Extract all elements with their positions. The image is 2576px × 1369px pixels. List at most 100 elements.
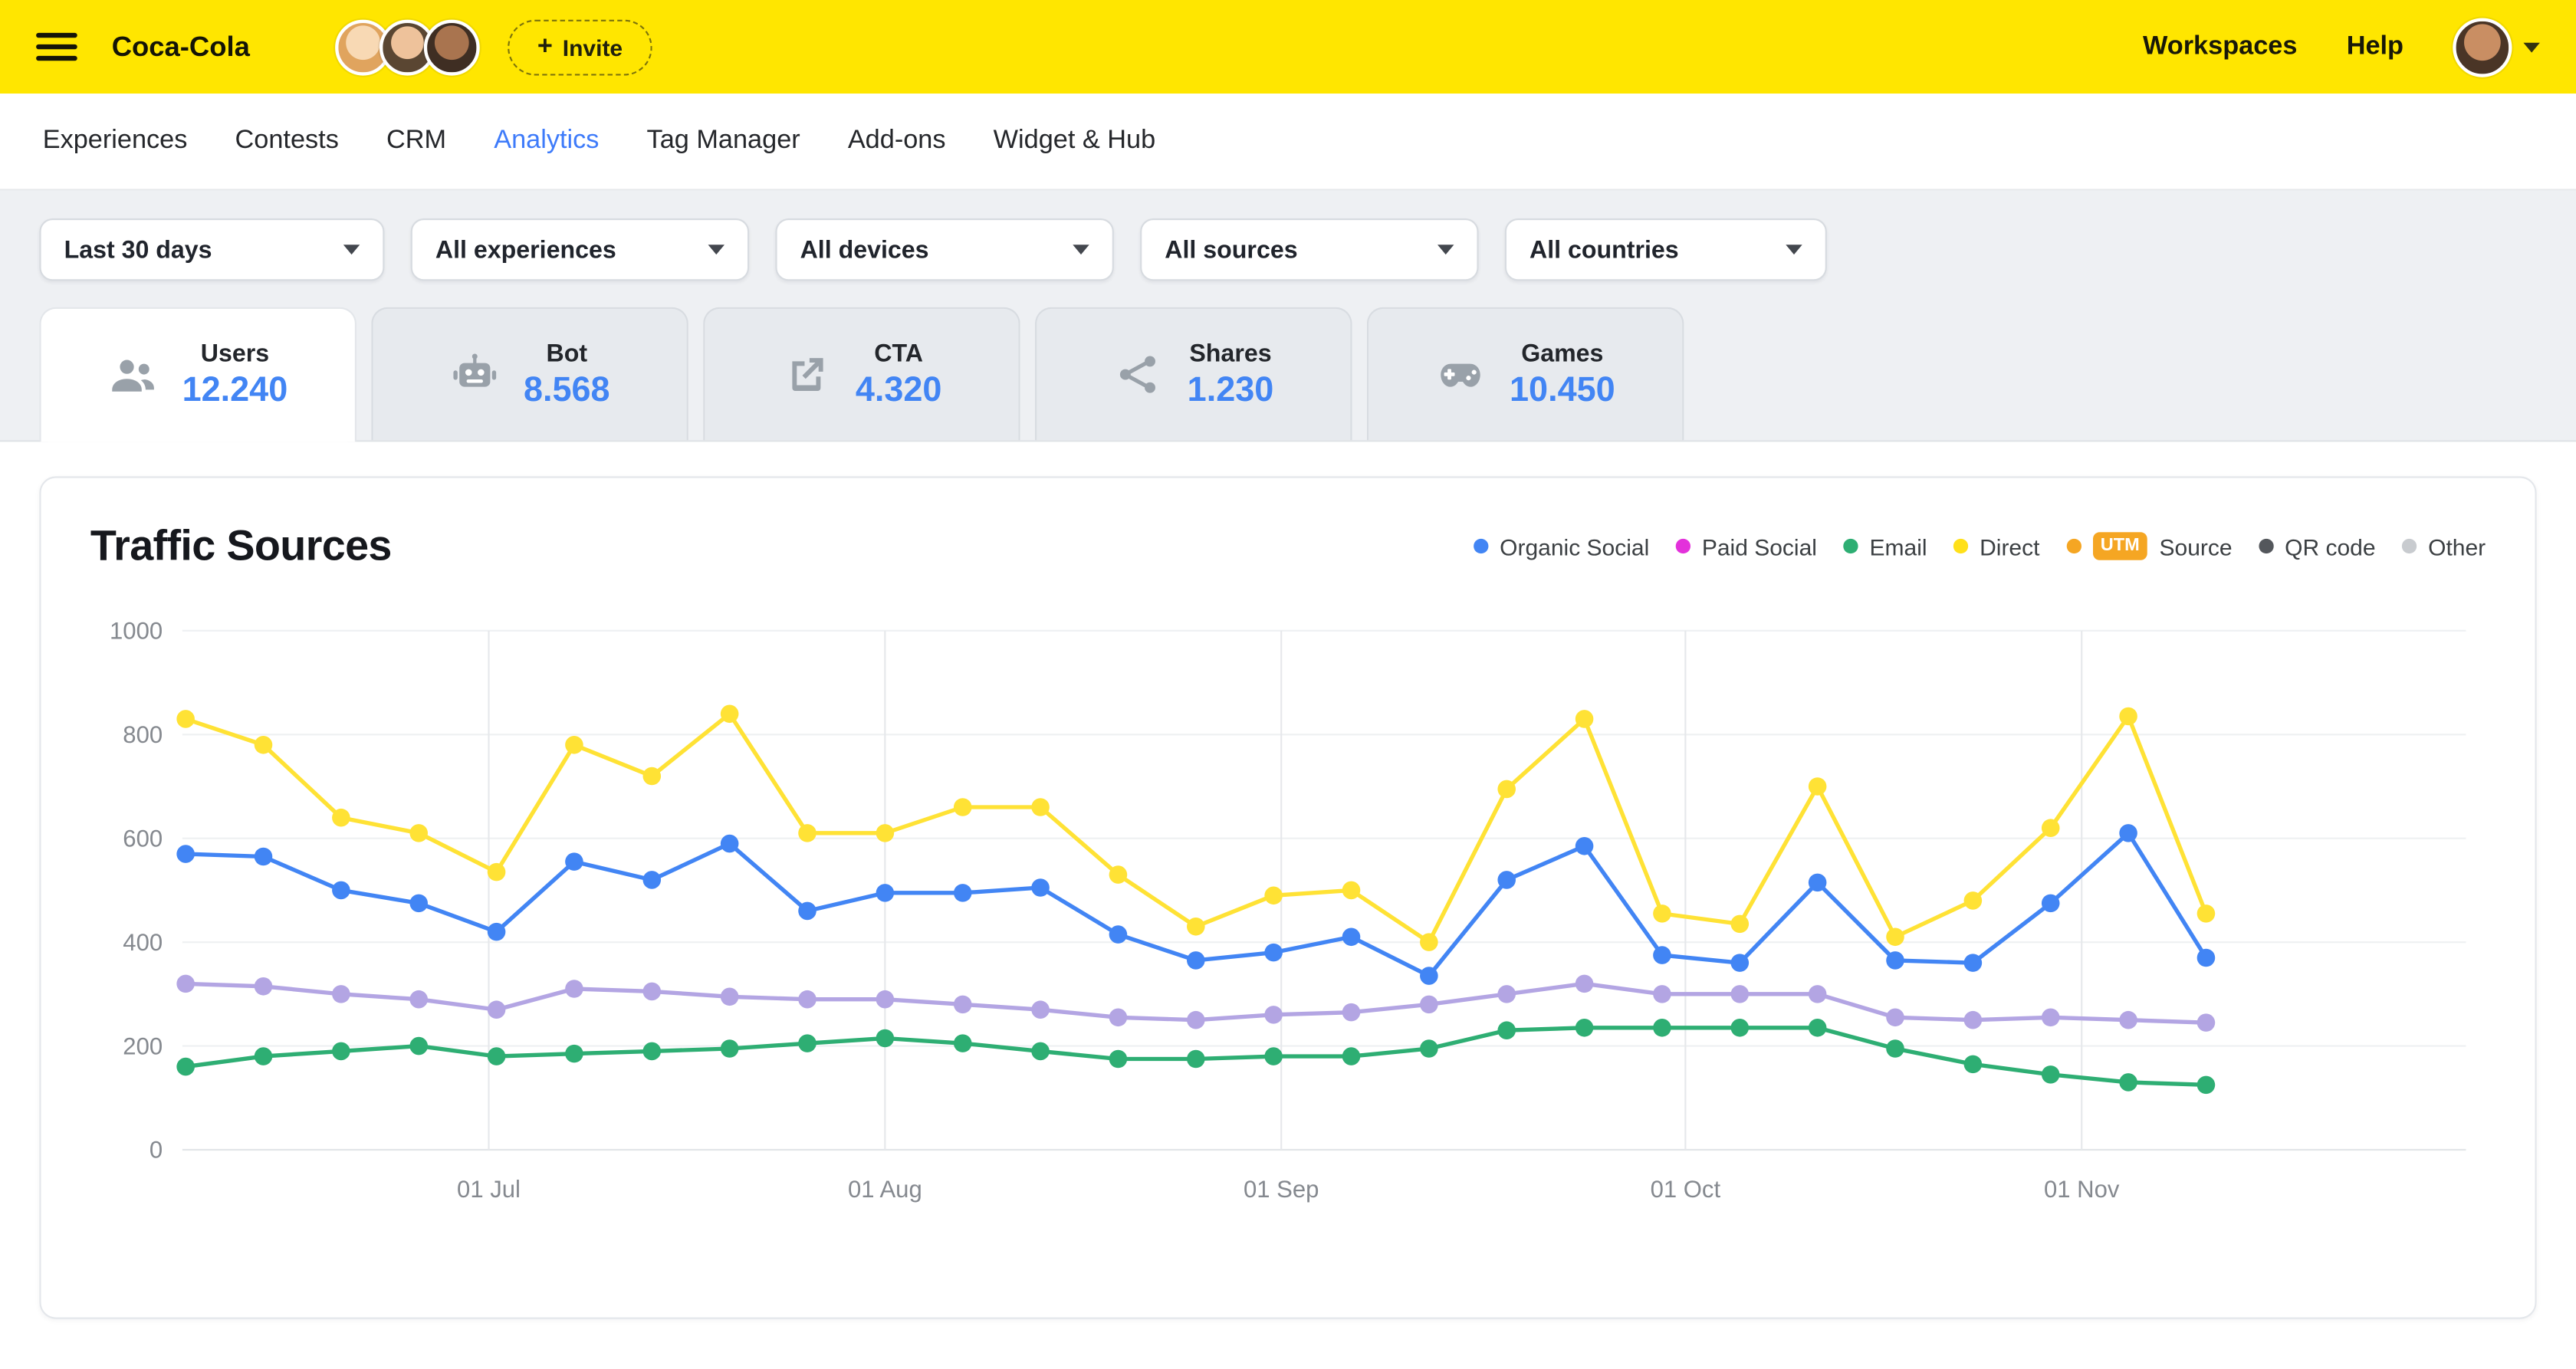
legend-dot-icon [2402,539,2417,553]
page-title: Traffic Sources [90,520,392,571]
legend-label: Organic Social [1500,533,1649,559]
tab-games[interactable]: Games 10.450 [1367,307,1684,441]
metric-tabs: Users 12.240 Bot 8.568 CTA 4 [39,307,2536,441]
experiences-dropdown[interactable]: All experiences [411,218,749,281]
date-range-value: Last 30 days [64,236,212,264]
metric-label: Shares [1189,340,1271,367]
legend-qr-code[interactable]: QR code [2259,533,2376,559]
metric-label: Users [201,340,269,368]
chevron-down-icon [1786,245,1802,254]
metric-label: CTA [874,340,923,367]
nav-item-widget-hub[interactable]: Widget & Hub [994,126,1156,156]
main-nav: Experiences Contests CRM Analytics Tag M… [0,94,2576,190]
legend-utm-source[interactable]: UTM Source [2066,533,2233,559]
workspace-brand: Coca-Cola [112,31,250,64]
svg-text:0: 0 [150,1137,163,1164]
share-icon [1113,350,1162,399]
profile-menu[interactable] [2453,18,2540,77]
svg-text:200: 200 [123,1032,163,1059]
legend-dot-icon [1953,539,1968,553]
chevron-down-icon [2523,42,2539,52]
legend-dot-icon [2066,539,2081,553]
team-avatars [335,19,480,75]
svg-text:01 Sep: 01 Sep [1244,1176,1319,1203]
tab-shares[interactable]: Shares 1.230 [1035,307,1352,441]
metric-label: Games [1521,340,1603,367]
gamepad-icon [1436,350,1485,399]
legend-other[interactable]: Other [2402,533,2486,559]
legend-label: Source [2160,533,2233,559]
traffic-sources-card: Traffic Sources Organic Social Paid Soci… [39,476,2536,1318]
devices-dropdown[interactable]: All devices [775,218,1113,281]
legend-dot-icon [1843,539,1858,553]
tab-cta[interactable]: CTA 4.320 [703,307,1020,441]
countries-value: All countries [1530,236,1679,264]
chevron-down-icon [343,245,360,254]
countries-dropdown[interactable]: All countries [1505,218,1827,281]
nav-item-analytics[interactable]: Analytics [494,126,599,156]
svg-text:1000: 1000 [110,618,163,645]
hamburger-menu-icon[interactable] [36,33,77,61]
external-link-icon [781,350,830,399]
help-link[interactable]: Help [2347,32,2404,62]
avatar[interactable] [424,19,480,75]
sources-dropdown[interactable]: All sources [1140,218,1478,281]
tab-users[interactable]: Users 12.240 [39,307,356,442]
svg-text:600: 600 [123,825,163,852]
utm-badge: UTM [2092,533,2147,559]
legend-direct[interactable]: Direct [1953,533,2040,559]
metric-value: 1.230 [1188,370,1274,409]
svg-text:01 Aug: 01 Aug [848,1176,922,1203]
metric-value: 12.240 [182,371,288,410]
metric-label: Bot [547,340,588,367]
metric-value: 8.568 [524,370,610,409]
svg-text:01 Nov: 01 Nov [2044,1176,2120,1203]
app: Coca-Cola + Invite Workspaces Help Exper… [0,0,2576,1369]
legend-dot-icon [2259,539,2273,553]
experiences-value: All experiences [435,236,616,264]
users-icon [108,351,157,400]
nav-item-contests[interactable]: Contests [235,126,339,156]
legend-label: Other [2428,533,2486,559]
metric-value: 10.450 [1510,370,1615,409]
legend-dot-icon [1474,539,1488,553]
plus-icon: + [537,34,553,60]
topbar-right: Workspaces Help [2143,18,2540,77]
profile-avatar[interactable] [2453,18,2512,77]
legend-label: Direct [1980,533,2039,559]
legend-email[interactable]: Email [1843,533,1927,559]
tab-bot[interactable]: Bot 8.568 [371,307,688,441]
legend-label: Email [1870,533,1927,559]
invite-button-label: Invite [563,34,623,60]
filter-row: Last 30 days All experiences All devices… [39,218,2536,281]
legend-paid-social[interactable]: Paid Social [1676,533,1817,559]
nav-item-tag-manager[interactable]: Tag Manager [647,126,800,156]
svg-text:01 Oct: 01 Oct [1651,1176,1721,1203]
date-range-dropdown[interactable]: Last 30 days [39,218,384,281]
chevron-down-icon [1438,245,1454,254]
devices-value: All devices [800,236,929,264]
chevron-down-icon [1073,245,1089,254]
legend-organic-social[interactable]: Organic Social [1474,533,1649,559]
topbar: Coca-Cola + Invite Workspaces Help [0,0,2576,94]
chart-legend: Organic Social Paid Social Email Direct [1474,533,2486,559]
nav-item-experiences[interactable]: Experiences [43,126,188,156]
legend-label: Paid Social [1702,533,1817,559]
content: Traffic Sources Organic Social Paid Soci… [0,442,2576,1318]
sources-value: All sources [1165,236,1297,264]
card-header: Traffic Sources Organic Social Paid Soci… [90,520,2486,571]
analytics-controls: Last 30 days All experiences All devices… [0,191,2576,442]
legend-label: QR code [2285,533,2375,559]
traffic-sources-chart: 0 200 400 600 800 1000 01 Jul 01 Aug 01 Sep 01 Oc… [90,591,2482,1223]
svg-text:400: 400 [123,929,163,956]
chevron-down-icon [708,245,724,254]
legend-dot-icon [1676,539,1691,553]
svg-text:800: 800 [123,721,163,748]
nav-item-add-ons[interactable]: Add-ons [848,126,946,156]
svg-text:01 Jul: 01 Jul [457,1176,521,1203]
nav-item-crm[interactable]: CRM [386,126,446,156]
metric-value: 4.320 [856,370,942,409]
robot-icon [450,350,499,399]
workspaces-link[interactable]: Workspaces [2143,32,2297,62]
invite-button[interactable]: + Invite [508,19,652,75]
